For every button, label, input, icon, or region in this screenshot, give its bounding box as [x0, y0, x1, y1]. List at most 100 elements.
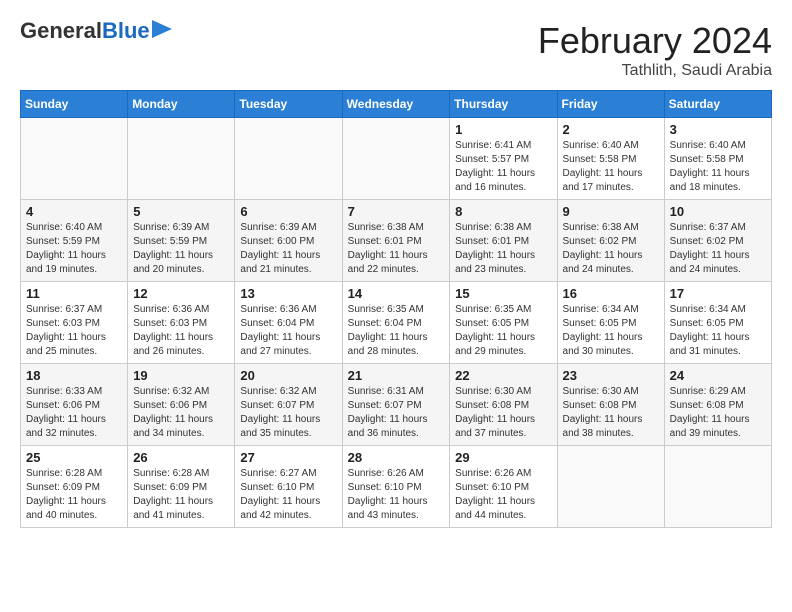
- calendar-cell: 7 Sunrise: 6:38 AM Sunset: 6:01 PM Daylig…: [342, 200, 450, 282]
- calendar-table: SundayMondayTuesdayWednesdayThursdayFrid…: [20, 90, 772, 528]
- calendar-cell: 29 Sunrise: 6:26 AM Sunset: 6:10 PM Dayli…: [450, 446, 557, 528]
- day-info: Sunrise: 6:35 AM Sunset: 6:05 PM Dayligh…: [455, 303, 552, 359]
- calendar-cell: 16 Sunrise: 6:34 AM Sunset: 6:05 PM Dayli…: [557, 282, 664, 364]
- calendar-cell: 23 Sunrise: 6:30 AM Sunset: 6:08 PM Dayli…: [557, 364, 664, 446]
- day-info: Sunrise: 6:40 AM Sunset: 5:58 PM Dayligh…: [563, 139, 660, 195]
- calendar-cell: 24 Sunrise: 6:29 AM Sunset: 6:08 PM Dayli…: [664, 364, 771, 446]
- calendar-cell: 15 Sunrise: 6:35 AM Sunset: 6:05 PM Dayli…: [450, 282, 557, 364]
- day-info: Sunrise: 6:38 AM Sunset: 6:02 PM Dayligh…: [563, 221, 660, 277]
- title-area: February 2024 Tathlith, Saudi Arabia: [538, 20, 772, 80]
- logo-arrow-icon: [152, 20, 172, 38]
- day-info: Sunrise: 6:35 AM Sunset: 6:04 PM Dayligh…: [348, 303, 446, 359]
- day-info: Sunrise: 6:30 AM Sunset: 6:08 PM Dayligh…: [563, 385, 660, 441]
- day-number: 15: [455, 286, 552, 301]
- calendar-cell: 26 Sunrise: 6:28 AM Sunset: 6:09 PM Dayli…: [128, 446, 235, 528]
- day-info: Sunrise: 6:36 AM Sunset: 6:04 PM Dayligh…: [240, 303, 337, 359]
- calendar-cell: 25 Sunrise: 6:28 AM Sunset: 6:09 PM Dayli…: [21, 446, 128, 528]
- calendar-cell: [557, 446, 664, 528]
- page-subtitle: Tathlith, Saudi Arabia: [538, 62, 772, 80]
- day-number: 28: [348, 450, 446, 465]
- day-info: Sunrise: 6:36 AM Sunset: 6:03 PM Dayligh…: [133, 303, 230, 359]
- day-number: 10: [670, 204, 767, 219]
- day-info: Sunrise: 6:31 AM Sunset: 6:07 PM Dayligh…: [348, 385, 446, 441]
- day-number: 7: [348, 204, 446, 219]
- page-title: February 2024: [538, 20, 772, 62]
- day-info: Sunrise: 6:41 AM Sunset: 5:57 PM Dayligh…: [455, 139, 552, 195]
- day-info: Sunrise: 6:28 AM Sunset: 6:09 PM Dayligh…: [133, 467, 230, 523]
- day-number: 11: [26, 286, 123, 301]
- day-number: 4: [26, 204, 123, 219]
- day-number: 13: [240, 286, 337, 301]
- calendar-cell: 28 Sunrise: 6:26 AM Sunset: 6:10 PM Dayli…: [342, 446, 450, 528]
- calendar-cell: 4 Sunrise: 6:40 AM Sunset: 5:59 PM Daylig…: [21, 200, 128, 282]
- calendar-cell: 12 Sunrise: 6:36 AM Sunset: 6:03 PM Dayli…: [128, 282, 235, 364]
- day-number: 20: [240, 368, 337, 383]
- day-info: Sunrise: 6:27 AM Sunset: 6:10 PM Dayligh…: [240, 467, 337, 523]
- day-info: Sunrise: 6:28 AM Sunset: 6:09 PM Dayligh…: [26, 467, 123, 523]
- calendar-cell: [664, 446, 771, 528]
- calendar-cell: 10 Sunrise: 6:37 AM Sunset: 6:02 PM Dayli…: [664, 200, 771, 282]
- day-number: 27: [240, 450, 337, 465]
- calendar-cell: 2 Sunrise: 6:40 AM Sunset: 5:58 PM Daylig…: [557, 118, 664, 200]
- day-number: 25: [26, 450, 123, 465]
- calendar-cell: [21, 118, 128, 200]
- day-number: 9: [563, 204, 660, 219]
- calendar-cell: 19Sunrise: 6:32 AM Sunset: 6:06 PM Dayli…: [128, 364, 235, 446]
- day-info: Sunrise: 6:33 AM Sunset: 6:06 PM Dayligh…: [26, 385, 123, 441]
- day-number: 12: [133, 286, 230, 301]
- calendar-week-row: 18 Sunrise: 6:33 AM Sunset: 6:06 PM Dayli…: [21, 364, 772, 446]
- calendar-cell: 8 Sunrise: 6:38 AM Sunset: 6:01 PM Daylig…: [450, 200, 557, 282]
- day-number: 16: [563, 286, 660, 301]
- day-info: Sunrise: 6:32 AM Sunset: 6:06 PM Dayligh…: [133, 385, 230, 441]
- day-info: Sunrise: 6:38 AM Sunset: 6:01 PM Dayligh…: [455, 221, 552, 277]
- day-number: 8: [455, 204, 552, 219]
- col-header-thursday: Thursday: [450, 91, 557, 118]
- logo: GeneralBlue: [20, 20, 172, 42]
- day-number: 23: [563, 368, 660, 383]
- calendar-body: 1 Sunrise: 6:41 AM Sunset: 5:57 PM Daylig…: [21, 118, 772, 528]
- calendar-cell: 11 Sunrise: 6:37 AM Sunset: 6:03 PM Dayli…: [21, 282, 128, 364]
- calendar-cell: 20 Sunrise: 6:32 AM Sunset: 6:07 PM Dayli…: [235, 364, 342, 446]
- calendar-cell: [342, 118, 450, 200]
- col-header-saturday: Saturday: [664, 91, 771, 118]
- logo-text: GeneralBlue: [20, 20, 150, 42]
- day-number: 18: [26, 368, 123, 383]
- day-info: Sunrise: 6:38 AM Sunset: 6:01 PM Dayligh…: [348, 221, 446, 277]
- calendar-cell: 17Sunrise: 6:34 AM Sunset: 6:05 PM Dayli…: [664, 282, 771, 364]
- day-number: 29: [455, 450, 552, 465]
- day-info: Sunrise: 6:32 AM Sunset: 6:07 PM Dayligh…: [240, 385, 337, 441]
- day-info: Sunrise: 6:34 AM Sunset: 6:05 PM Dayligh…: [563, 303, 660, 359]
- day-info: Sunrise: 6:37 AM Sunset: 6:02 PM Dayligh…: [670, 221, 767, 277]
- day-number: 3: [670, 122, 767, 137]
- calendar-cell: [128, 118, 235, 200]
- day-info: Sunrise: 6:26 AM Sunset: 6:10 PM Dayligh…: [348, 467, 446, 523]
- day-number: 26: [133, 450, 230, 465]
- calendar-cell: 14Sunrise: 6:35 AM Sunset: 6:04 PM Dayli…: [342, 282, 450, 364]
- calendar-week-row: 1 Sunrise: 6:41 AM Sunset: 5:57 PM Daylig…: [21, 118, 772, 200]
- day-info: Sunrise: 6:26 AM Sunset: 6:10 PM Dayligh…: [455, 467, 552, 523]
- calendar-week-row: 4 Sunrise: 6:40 AM Sunset: 5:59 PM Daylig…: [21, 200, 772, 282]
- calendar-cell: 6Sunrise: 6:39 AM Sunset: 6:00 PM Daylig…: [235, 200, 342, 282]
- calendar-cell: 13 Sunrise: 6:36 AM Sunset: 6:04 PM Dayli…: [235, 282, 342, 364]
- day-number: 21: [348, 368, 446, 383]
- calendar-week-row: 11 Sunrise: 6:37 AM Sunset: 6:03 PM Dayli…: [21, 282, 772, 364]
- day-number: 24: [670, 368, 767, 383]
- calendar-cell: 1 Sunrise: 6:41 AM Sunset: 5:57 PM Daylig…: [450, 118, 557, 200]
- day-number: 6: [240, 204, 337, 219]
- calendar-cell: 9 Sunrise: 6:38 AM Sunset: 6:02 PM Daylig…: [557, 200, 664, 282]
- day-info: Sunrise: 6:40 AM Sunset: 5:58 PM Dayligh…: [670, 139, 767, 195]
- day-info: Sunrise: 6:30 AM Sunset: 6:08 PM Dayligh…: [455, 385, 552, 441]
- day-number: 17: [670, 286, 767, 301]
- day-info: Sunrise: 6:40 AM Sunset: 5:59 PM Dayligh…: [26, 221, 123, 277]
- calendar-cell: 21 Sunrise: 6:31 AM Sunset: 6:07 PM Dayli…: [342, 364, 450, 446]
- day-info: Sunrise: 6:37 AM Sunset: 6:03 PM Dayligh…: [26, 303, 123, 359]
- calendar-cell: [235, 118, 342, 200]
- day-number: 2: [563, 122, 660, 137]
- col-header-monday: Monday: [128, 91, 235, 118]
- day-info: Sunrise: 6:29 AM Sunset: 6:08 PM Dayligh…: [670, 385, 767, 441]
- col-header-friday: Friday: [557, 91, 664, 118]
- day-number: 22: [455, 368, 552, 383]
- day-info: Sunrise: 6:39 AM Sunset: 5:59 PM Dayligh…: [133, 221, 230, 277]
- day-number: 1: [455, 122, 552, 137]
- calendar-cell: 3 Sunrise: 6:40 AM Sunset: 5:58 PM Daylig…: [664, 118, 771, 200]
